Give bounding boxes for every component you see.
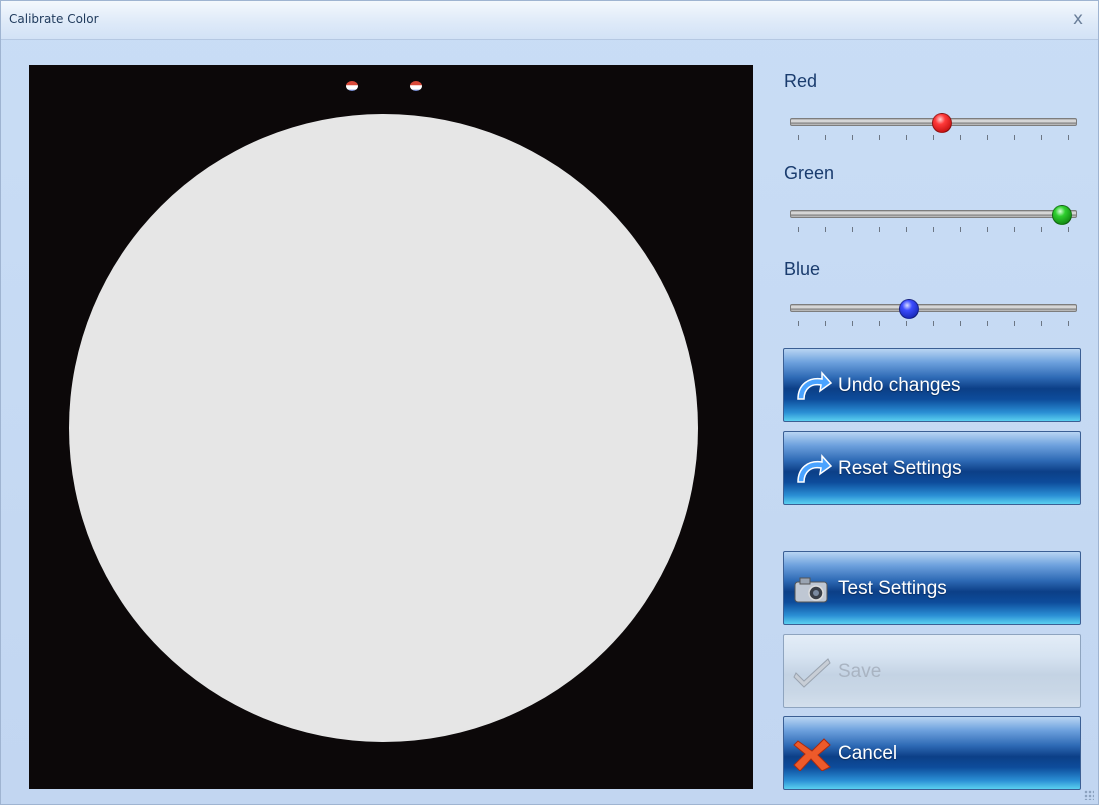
cancel-button[interactable]: Cancel bbox=[783, 716, 1081, 790]
slider-tick bbox=[825, 227, 826, 232]
red-x-icon bbox=[793, 738, 831, 771]
slider-tick bbox=[798, 135, 799, 140]
indicator-light-left bbox=[346, 81, 358, 91]
slider-tick bbox=[852, 135, 853, 140]
save-button[interactable]: Save bbox=[783, 634, 1081, 708]
blue-slider[interactable] bbox=[790, 299, 1077, 333]
cancel-label: Cancel bbox=[838, 743, 898, 764]
slider-tick bbox=[1014, 321, 1015, 326]
slider-tick bbox=[987, 135, 988, 140]
indicator-light-right bbox=[410, 81, 422, 91]
slider-ticks bbox=[798, 135, 1069, 141]
green-slider[interactable] bbox=[790, 205, 1077, 239]
slider-tick bbox=[906, 227, 907, 232]
slider-tick bbox=[987, 227, 988, 232]
slider-tick bbox=[1068, 135, 1069, 140]
slider-tick bbox=[960, 227, 961, 232]
test-settings-label: Test Settings bbox=[838, 578, 947, 599]
slider-tick bbox=[879, 321, 880, 326]
slider-tick bbox=[1014, 227, 1015, 232]
title-bar: Calibrate Color x bbox=[1, 1, 1098, 40]
slider-track[interactable] bbox=[790, 304, 1077, 312]
slider-tick bbox=[879, 135, 880, 140]
slider-tick bbox=[852, 321, 853, 326]
slider-tick bbox=[960, 321, 961, 326]
resize-grip[interactable] bbox=[1084, 790, 1094, 800]
blue-slider-label: Blue bbox=[784, 259, 821, 279]
undo-arrow-icon bbox=[797, 371, 832, 400]
slider-tick bbox=[1041, 135, 1042, 140]
camera-preview bbox=[29, 65, 753, 789]
undo-arrow-icon bbox=[797, 454, 832, 483]
green-slider-label: Green bbox=[784, 163, 835, 183]
reset-settings-button[interactable]: Reset Settings bbox=[783, 431, 1081, 505]
slider-tick bbox=[1068, 321, 1069, 326]
slider-tick bbox=[1014, 135, 1015, 140]
slider-tick bbox=[1041, 321, 1042, 326]
close-button[interactable]: x bbox=[1068, 8, 1088, 30]
save-label: Save bbox=[838, 661, 882, 682]
camera-icon bbox=[794, 577, 828, 603]
red-slider-thumb[interactable] bbox=[931, 113, 952, 133]
reset-settings-label: Reset Settings bbox=[838, 458, 962, 479]
blue-slider-thumb[interactable] bbox=[899, 299, 920, 319]
window-title: Calibrate Color bbox=[9, 12, 99, 26]
slider-ticks bbox=[798, 321, 1069, 327]
slider-tick bbox=[1068, 227, 1069, 232]
slider-tick bbox=[825, 321, 826, 326]
undo-changes-button[interactable]: Undo changes bbox=[783, 348, 1081, 422]
checkmark-icon bbox=[793, 658, 831, 688]
calibration-disc bbox=[69, 114, 698, 742]
slider-tick bbox=[825, 135, 826, 140]
slider-tick bbox=[933, 227, 934, 232]
slider-tick bbox=[906, 321, 907, 326]
test-settings-button[interactable]: Test Settings bbox=[783, 551, 1081, 625]
slider-tick bbox=[798, 227, 799, 232]
slider-tick bbox=[798, 321, 799, 326]
slider-tick bbox=[906, 135, 907, 140]
slider-tick bbox=[933, 135, 934, 140]
slider-tick bbox=[960, 135, 961, 140]
slider-tick bbox=[1041, 227, 1042, 232]
undo-changes-label: Undo changes bbox=[838, 375, 961, 396]
slider-track[interactable] bbox=[790, 210, 1077, 218]
slider-tick bbox=[879, 227, 880, 232]
slider-tick bbox=[852, 227, 853, 232]
calibrate-color-dialog: Calibrate Color x Red Green Blue Undo ch… bbox=[0, 0, 1099, 805]
slider-tick bbox=[933, 321, 934, 326]
green-slider-thumb[interactable] bbox=[1051, 205, 1072, 225]
slider-ticks bbox=[798, 227, 1069, 233]
slider-tick bbox=[987, 321, 988, 326]
red-slider-label: Red bbox=[784, 71, 818, 91]
red-slider[interactable] bbox=[790, 113, 1077, 147]
